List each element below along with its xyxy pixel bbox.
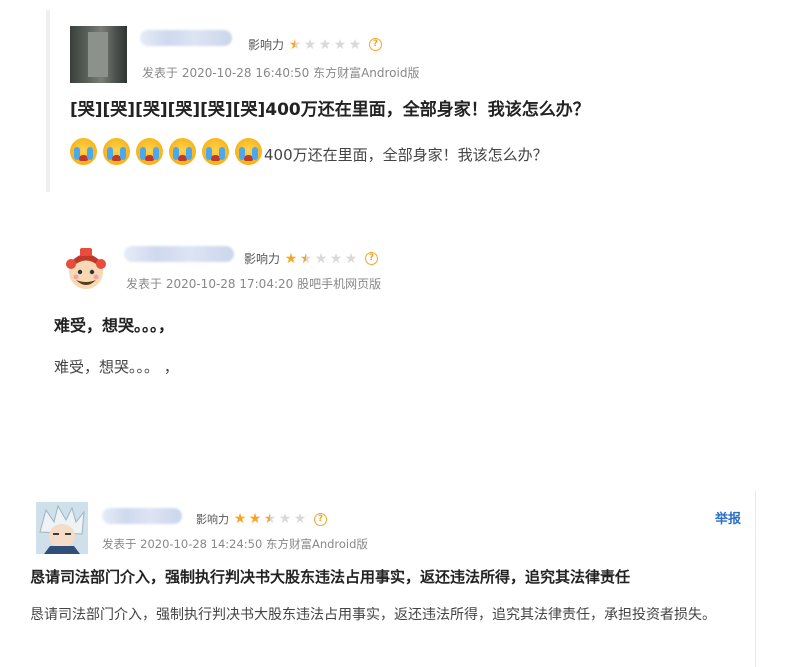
post-body: 恳请司法部门介入，强制执行判决书大股东违法占用事实，返还违法所得，追究其法律责任… [30, 607, 716, 623]
crying-face-emoji [169, 138, 196, 165]
crying-face-emoji [70, 138, 97, 165]
post-card-1: 影响力 ★ ★ ★ ★ ★ ? 发表于 2020-10-28 16:40:50 … [46, 10, 746, 192]
post-card-3: 影响力 ★ ★ ★ ★ ★ ? 举报 发表于 2020-10-28 14:24:… [30, 490, 756, 667]
influence-rating: 影响力 ★ ★ ★ ★ ★ ? [196, 511, 327, 527]
star-icon: ★ [284, 250, 298, 267]
star-rating: ★ ★ ★ ★ ★ [288, 38, 363, 52]
crying-face-emoji [136, 138, 163, 165]
star-icon: ★ [314, 250, 328, 267]
post-meta: 发表于 2020-10-28 17:04:20 股吧手机网页版 [126, 277, 382, 291]
post-body-text: 400万还在里面，全部身家！我该怎么办？ [264, 146, 548, 164]
star-icon: ★ [278, 511, 292, 527]
star-rating: ★ ★ ★ ★ ★ [284, 252, 359, 266]
post-body: 难受，想哭。。。 ， [54, 358, 179, 376]
username-blurred[interactable] [140, 30, 232, 46]
post-body: 400万还在里面，全部身家！我该怎么办？ [70, 138, 548, 165]
question-circle-icon[interactable]: ? [314, 512, 327, 526]
star-rating: ★ ★ ★ ★ ★ [233, 512, 308, 526]
star-icon: ★ [293, 511, 307, 527]
crying-face-emoji [202, 138, 229, 165]
influence-label: 影响力 [244, 252, 281, 266]
star-icon: ★ [248, 511, 262, 527]
star-icon: ★ [288, 36, 302, 53]
influence-label: 影响力 [248, 38, 285, 52]
question-circle-icon[interactable]: ? [365, 252, 379, 265]
post-meta: 发表于 2020-10-28 14:24:50 东方财富Android版 [102, 537, 368, 551]
username-blurred[interactable] [124, 246, 234, 262]
star-icon: ★ [329, 250, 343, 267]
question-circle-icon[interactable]: ? [369, 38, 383, 51]
star-icon: ★ [299, 250, 313, 267]
star-icon: ★ [263, 511, 277, 527]
post-title[interactable]: 恳请司法部门介入，强制执行判决书大股东违法占用事实，返还违法所得，追究其法律责任 [30, 566, 630, 587]
post-title[interactable]: [哭][哭][哭][哭][哭][哭]400万还在里面，全部身家！我该怎么办？ [70, 95, 590, 120]
post-meta: 发表于 2020-10-28 16:40:50 东方财富Android版 [142, 66, 420, 80]
star-icon: ★ [303, 36, 317, 53]
avatar[interactable] [36, 502, 88, 554]
avatar[interactable] [70, 26, 127, 83]
influence-label: 影响力 [196, 513, 229, 526]
star-icon: ★ [333, 36, 347, 53]
avatar[interactable] [60, 242, 112, 294]
star-icon: ★ [344, 250, 358, 267]
star-icon: ★ [318, 36, 332, 53]
crying-face-emoji [235, 138, 262, 165]
influence-rating: 影响力 ★ ★ ★ ★ ★ ? [244, 250, 379, 267]
influence-rating: 影响力 ★ ★ ★ ★ ★ ? [248, 36, 383, 53]
post-card-2: 影响力 ★ ★ ★ ★ ★ ? 发表于 2020-10-28 17:04:20 … [48, 232, 748, 382]
star-icon: ★ [233, 511, 247, 527]
username-blurred[interactable] [102, 508, 182, 524]
star-icon: ★ [348, 36, 362, 53]
post-title[interactable]: 难受，想哭。。。， [54, 312, 174, 336]
crying-face-emoji [103, 138, 130, 165]
report-link[interactable]: 举报 [715, 508, 741, 527]
